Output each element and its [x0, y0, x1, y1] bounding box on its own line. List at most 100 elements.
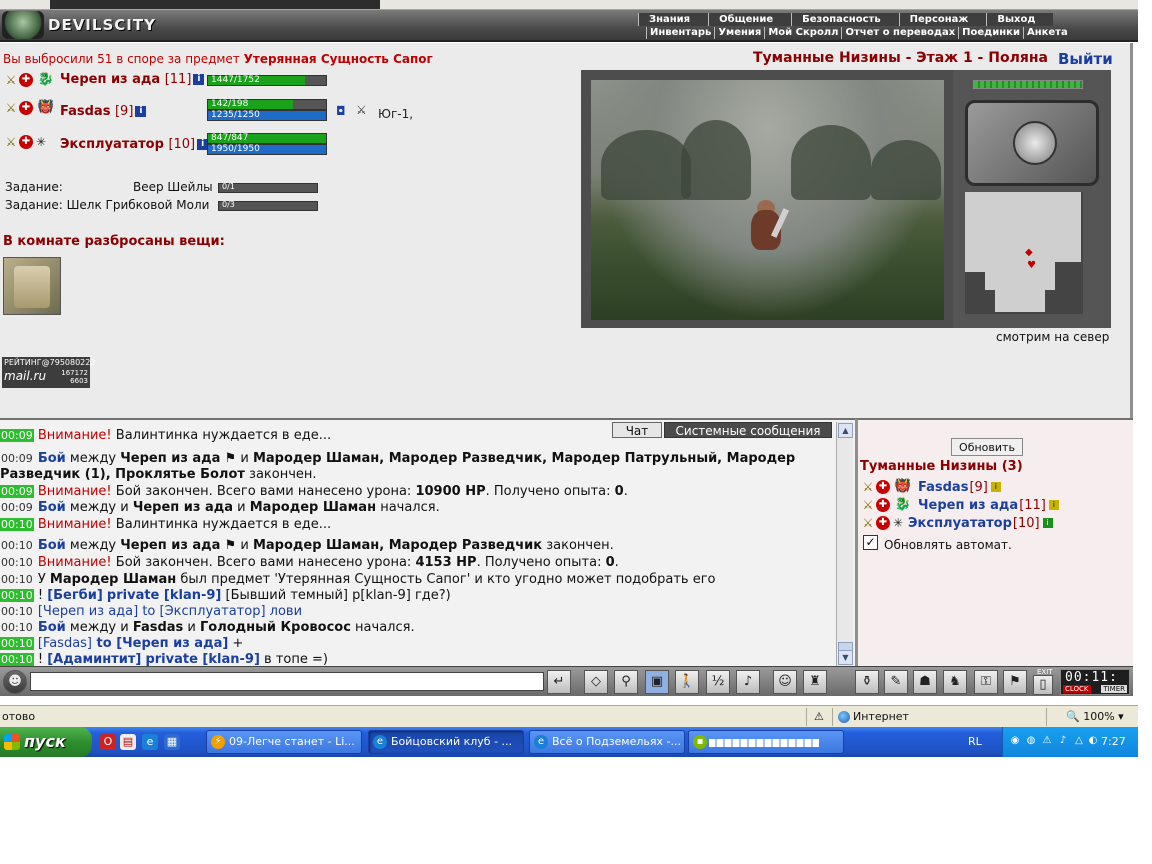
player-name[interactable]: Fasdas [9] i [60, 104, 147, 119]
document-icon[interactable]: ▤ [120, 734, 136, 750]
location-scene[interactable] [591, 80, 944, 320]
ie-icon[interactable]: e [142, 734, 158, 750]
chat-name[interactable]: 4153 HP [415, 555, 476, 570]
chat-name[interactable]: Голодный Кровосос [200, 620, 351, 635]
ratio-icon[interactable]: ½ [706, 670, 730, 694]
scroll-icon[interactable]: ✎ [884, 670, 908, 694]
chat-timestamp[interactable]: 00:10 [0, 653, 34, 666]
online-user[interactable]: ⚔ ✚ 👹 Fasdas [9] i [861, 478, 1001, 496]
chat-timestamp[interactable]: 00:10 [0, 605, 34, 618]
chat-name[interactable]: [Fasdas] [38, 636, 92, 651]
alert-icon[interactable]: △ [1073, 735, 1085, 747]
warning-icon[interactable]: ⚠ [1041, 735, 1053, 747]
fight-link[interactable]: Бой [38, 500, 66, 515]
chat-timestamp[interactable]: 00:10 [0, 573, 34, 586]
exit-location-link[interactable]: Выйти [1058, 50, 1113, 68]
task-hidden[interactable]: ▪ [688, 730, 844, 754]
chat-timestamp[interactable]: 00:10 [0, 518, 34, 531]
smiley-menu-icon[interactable]: ☻ [3, 670, 27, 694]
chat-name[interactable]: private [klan-9] [107, 588, 221, 603]
network-icon[interactable]: ◉ [1009, 735, 1021, 747]
chat-name[interactable]: [Бегби] [47, 588, 103, 603]
chat-name[interactable]: 10900 HP [415, 484, 485, 499]
online-user[interactable]: ⚔ ✚ ✳ Эксплуататор [10] i [861, 514, 1053, 532]
nav-duels[interactable]: Поединки [958, 27, 1023, 39]
chat-name[interactable]: Мародер Шаман [250, 500, 376, 515]
chat-name[interactable]: private [klan-9] [145, 652, 259, 667]
nav-logout[interactable]: Выход [986, 13, 1053, 26]
nav-knowledge[interactable]: Знания [638, 13, 708, 26]
refresh-button[interactable]: Обновить [951, 438, 1023, 456]
fight-link[interactable]: Бой [38, 620, 66, 635]
chat-timestamp[interactable]: 00:10 [0, 539, 34, 552]
info-icon[interactable]: i [1048, 500, 1059, 510]
nav-skills[interactable]: Умения [714, 27, 764, 39]
language-indicator[interactable]: RL [968, 735, 982, 748]
task-fight-club[interactable]: e Бойцовский клуб - ... [368, 730, 524, 754]
nav-my-scroll[interactable]: Мой Скролл [764, 27, 841, 39]
scroll-up-icon[interactable]: ▲ [838, 423, 853, 438]
flag-icon[interactable]: ⚑ [1003, 670, 1027, 694]
send-enter-icon[interactable]: ↵ [547, 670, 571, 694]
nav-communication[interactable]: Общение [708, 13, 791, 26]
speaker-icon[interactable]: ◐ [1087, 735, 1099, 747]
exit-door-icon[interactable]: ▯ [1033, 675, 1053, 695]
chat-name[interactable]: to [Эксплуататор] лови [138, 604, 302, 619]
nav-transfer-report[interactable]: Отчет о переводах [841, 27, 958, 39]
player-name[interactable]: Эксплуататор [10] i [60, 137, 209, 152]
chat-name[interactable]: [Череп из ада] [38, 604, 138, 619]
mask-icon[interactable]: ☗ [913, 670, 937, 694]
eraser-icon[interactable]: ◇ [584, 670, 608, 694]
desktop-icon[interactable]: ▦ [164, 734, 180, 750]
chat-timestamp[interactable]: 00:10 [0, 589, 34, 602]
chat-name[interactable]: 0 [615, 484, 624, 499]
task-dungeons[interactable]: e Всё о Подземельях -... [529, 730, 685, 754]
chat-name[interactable]: Мародер Шаман [50, 572, 176, 587]
chat-name[interactable]: 0 [606, 555, 615, 570]
filter-icon[interactable]: ⚲ [614, 670, 638, 694]
tab-chat[interactable]: Чат [612, 422, 662, 438]
dropped-item-scroll[interactable] [3, 257, 61, 315]
volume-icon[interactable]: ♪ [1057, 735, 1069, 747]
player-name[interactable]: Череп из ада [11] i [60, 72, 205, 87]
lock-icon[interactable]: ⚿ [974, 670, 998, 694]
chat-name[interactable]: Череп из ада [120, 451, 220, 466]
chat-name[interactable]: Череп из ада [133, 500, 233, 515]
info-icon[interactable]: i [135, 106, 147, 117]
online-user[interactable]: ⚔ ✚ 🐉 Череп из ада [11] i [861, 496, 1059, 514]
chat-timestamp[interactable]: 00:10 [0, 621, 34, 634]
info-icon[interactable]: i [1042, 518, 1053, 528]
fight-link[interactable]: Бой [38, 538, 66, 553]
chat-timestamp[interactable]: 00:09 [0, 485, 34, 498]
start-button[interactable]: пуск [0, 727, 92, 757]
nav-security[interactable]: Безопасность [791, 13, 899, 26]
chat-name[interactable]: to [Череп из ада] [92, 636, 229, 651]
chat-timestamp[interactable]: 00:10 [0, 637, 34, 650]
task-winamp[interactable]: ⚡ 09-Легче станет - Li... [206, 730, 362, 754]
monster-sprite[interactable] [741, 200, 791, 260]
auto-refresh-checkbox[interactable]: ✓ [863, 535, 878, 550]
nav-profile[interactable]: Анкета [1022, 27, 1071, 39]
sound-icon[interactable]: ♪ [736, 670, 760, 694]
chat-scrollbar[interactable]: ▲ ▼ [836, 422, 853, 666]
mailru-counter[interactable]: РЕЙТИНГ@795080222 mail.ru 167172 6603 [2, 357, 95, 388]
info-icon[interactable]: i [990, 482, 1001, 492]
chat-name[interactable]: [Адаминтит] [47, 652, 141, 667]
game-clock[interactable]: 00:11: CLOCK TIMER [1060, 669, 1130, 695]
navigation-compass[interactable] [965, 100, 1099, 186]
save-icon[interactable]: ▣ [645, 670, 669, 694]
chat-name[interactable]: Череп из ада [120, 538, 220, 553]
nav-inventory[interactable]: Инвентарь [646, 27, 714, 39]
chat-timestamp[interactable]: 00:10 [0, 556, 34, 569]
fight-link[interactable]: Бой [38, 451, 66, 466]
zoom-level[interactable]: 🔍 100% ▾ [1066, 710, 1124, 723]
scroll-down-icon[interactable]: ▼ [838, 650, 853, 665]
chat-timestamp[interactable]: 00:09 [0, 452, 34, 465]
chat-name[interactable]: Мародер Шаман, Мародер Разведчик, Мароде… [253, 451, 795, 466]
antivirus-icon[interactable]: ◍ [1025, 735, 1037, 747]
chat-name[interactable]: Разведчик (1), Проклятье Болот [0, 467, 245, 482]
chat-name[interactable]: Fasdas [133, 620, 183, 635]
helmet-icon[interactable]: ♜ [803, 670, 827, 694]
chat-name[interactable]: Мародер Шаман, Мародер Разведчик [253, 538, 542, 553]
opera-icon[interactable]: O [100, 734, 116, 750]
